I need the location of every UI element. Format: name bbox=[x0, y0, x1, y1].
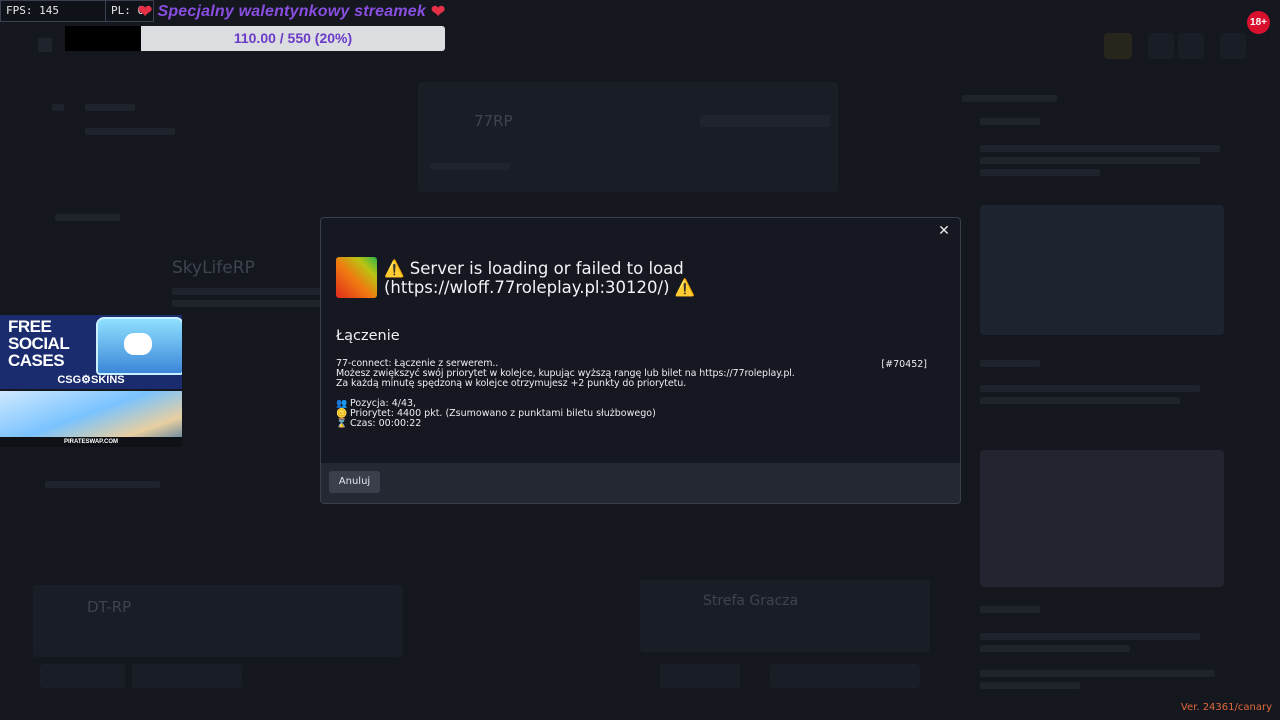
title-line-2: (https://wloff.77roleplay.pl:30120/) bbox=[384, 278, 670, 297]
message-id: [#70452] bbox=[881, 359, 927, 370]
goal-bar-fill bbox=[65, 26, 142, 51]
connect-message: 77-connect: Łączenie z serwerem.. Możesz… bbox=[336, 359, 936, 389]
section-title: Łączenie bbox=[336, 328, 400, 344]
priority-icon: 🪙 bbox=[336, 409, 348, 419]
cancel-button[interactable]: Anuluj bbox=[329, 471, 380, 493]
people-icon: 👥 bbox=[336, 399, 348, 409]
title-line-1: Server is loading or failed to load bbox=[409, 259, 684, 278]
connecting-dialog: ✕ ⚠️ Server is loading or failed to load… bbox=[320, 217, 961, 504]
close-icon[interactable]: ✕ bbox=[936, 223, 952, 239]
message-line: Za każdą minutę spędzoną w kolejce otrzy… bbox=[336, 378, 687, 389]
ad-brand: PIRATESWAP.COM bbox=[0, 437, 182, 447]
queue-time-row: ⌛ Czas: 00:00:22 bbox=[336, 418, 656, 430]
version-label: Ver. 24361/canary bbox=[1180, 702, 1272, 713]
age-rating-badge: 18+ bbox=[1247, 11, 1270, 34]
pirateswap-ad[interactable]: PIRATESWAP.COM bbox=[0, 391, 182, 447]
heart-icon: ❤ bbox=[431, 2, 446, 21]
dialog-footer: Anuluj bbox=[321, 463, 960, 503]
server-logo bbox=[336, 257, 377, 298]
warning-icon: ⚠️ bbox=[674, 278, 696, 297]
queue-time: Czas: 00:00:22 bbox=[350, 418, 422, 429]
ad-headline: FREE SOCIAL CASES bbox=[8, 317, 69, 370]
stream-title-text: Specjalny walentynkowy streamek bbox=[157, 3, 426, 20]
csgoskins-ad[interactable]: FREE SOCIAL CASES CSG⚙SKINS bbox=[0, 315, 182, 389]
warning-icon: ⚠️ bbox=[384, 259, 405, 278]
case-image bbox=[96, 317, 182, 375]
fps-counter: FPS: 145 bbox=[0, 0, 106, 22]
hourglass-icon: ⌛ bbox=[336, 419, 348, 429]
ad-brand: CSG⚙SKINS bbox=[57, 374, 125, 386]
stream-title-banner: ❤ Specjalny walentynkowy streamek ❤ bbox=[138, 1, 445, 23]
donation-goal-bar: 110.00 / 550 (20%) bbox=[141, 26, 445, 51]
heart-icon: ❤ bbox=[138, 2, 153, 21]
queue-status: 👥 Pozycja: 4/43, 🪙 Priorytet: 4400 pkt. … bbox=[336, 399, 656, 430]
dialog-title: ⚠️ Server is loading or failed to load (… bbox=[384, 259, 924, 297]
